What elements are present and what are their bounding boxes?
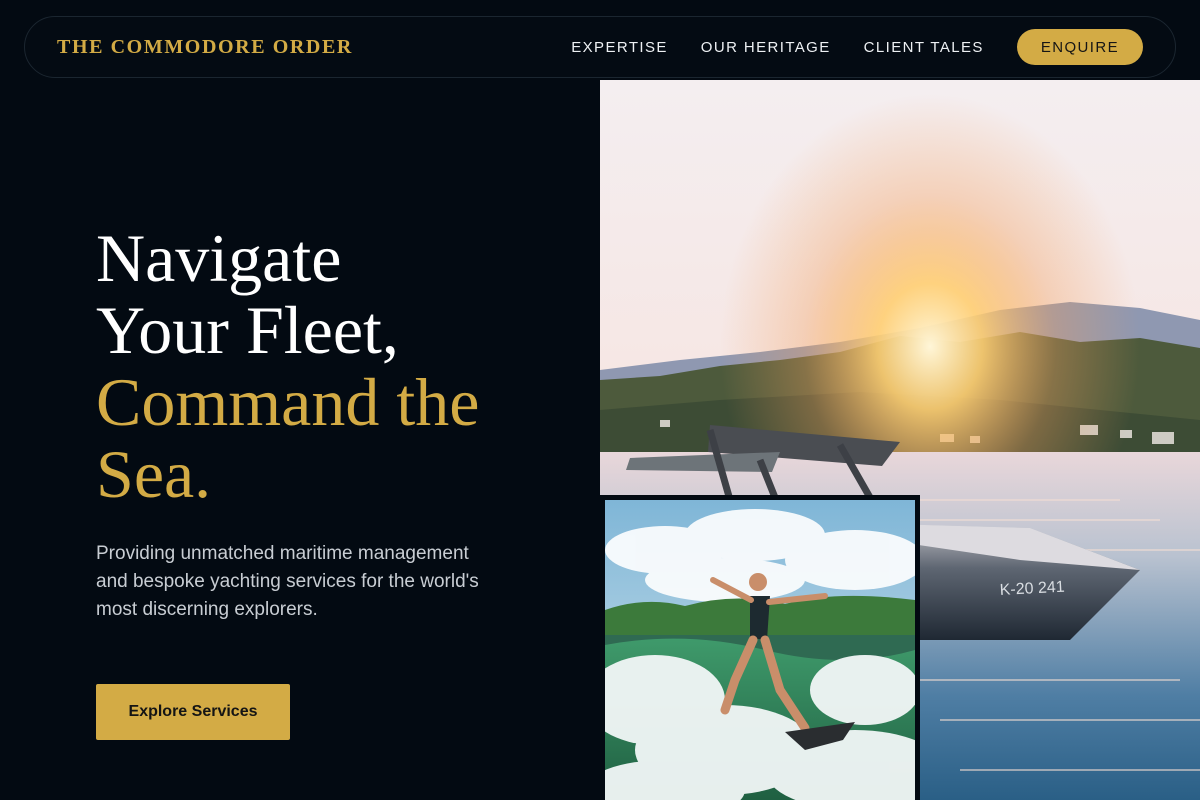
hero-text: Navigate Your Fleet, Command the Sea. Pr… — [96, 222, 566, 624]
page: THE COMMODORE ORDER EXPERTISE OUR HERITA… — [0, 0, 1200, 800]
top-navigation: THE COMMODORE ORDER EXPERTISE OUR HERITA… — [24, 16, 1176, 78]
nav-link-our-heritage[interactable]: OUR HERITAGE — [701, 39, 831, 56]
explore-services-button[interactable]: Explore Services — [96, 684, 290, 740]
hero-description: Providing unmatched maritime management … — [96, 543, 479, 620]
headline-line-2: Your Fleet, — [96, 292, 399, 368]
nav-link-expertise[interactable]: EXPERTISE — [571, 39, 668, 56]
wakesurfer-photo — [600, 495, 920, 800]
nav-links: EXPERTISE OUR HERITAGE CLIENT TALES ENQU… — [571, 29, 1143, 65]
brand-logo[interactable]: THE COMMODORE ORDER — [57, 36, 353, 59]
headline-line-4: Sea. — [96, 436, 212, 512]
headline-line-1: Navigate — [96, 220, 342, 296]
boat-registration: K-20 241 — [999, 579, 1065, 599]
nav-link-client-tales[interactable]: CLIENT TALES — [864, 39, 984, 56]
enquire-button[interactable]: ENQUIRE — [1016, 29, 1143, 65]
hero-headline: Navigate Your Fleet, Command the Sea. — [96, 222, 566, 510]
headline-line-3: Command the — [96, 364, 480, 440]
